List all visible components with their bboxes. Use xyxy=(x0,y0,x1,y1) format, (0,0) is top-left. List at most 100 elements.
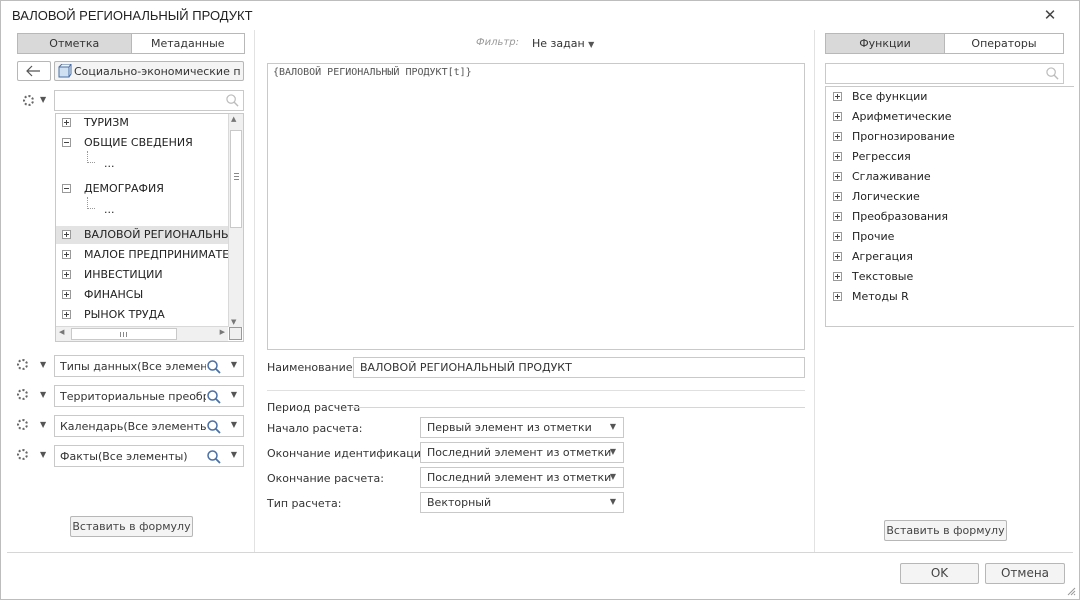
calc-type-select[interactable]: Векторный ▼ xyxy=(420,492,624,513)
dimension-filter-row: ▼ Территориальные преобразования ▼ xyxy=(17,385,244,407)
expand-icon[interactable] xyxy=(833,152,842,161)
hscroll-thumb[interactable] xyxy=(71,328,177,340)
tree-vertical-scrollbar[interactable]: ▲ ▼ xyxy=(228,114,243,327)
divider xyxy=(267,390,805,391)
back-button[interactable] xyxy=(17,61,51,81)
expand-icon[interactable] xyxy=(833,252,842,261)
right-tabs: Функции Операторы xyxy=(825,33,1064,54)
filter-label: Фильтр: xyxy=(476,37,519,48)
expand-icon[interactable] xyxy=(833,272,842,281)
collapse-icon[interactable] xyxy=(62,184,71,193)
expand-icon[interactable] xyxy=(62,270,71,279)
tree-search-input[interactable] xyxy=(54,90,244,111)
metadata-tree[interactable]: ТУРИЗМ ОБЩИЕ СВЕДЕНИЯ ... ДЕМОГРАФИЯ ...… xyxy=(55,113,244,342)
expand-icon[interactable] xyxy=(62,118,71,127)
expand-icon[interactable] xyxy=(833,132,842,141)
gear-icon[interactable] xyxy=(17,419,28,430)
dimension-combo[interactable]: Календарь(Все элементы) ▼ xyxy=(54,415,244,437)
ident-end-label: Окончание идентификации: xyxy=(267,447,432,460)
tree-item[interactable]: ... xyxy=(56,197,228,219)
tab-functions[interactable]: Функции xyxy=(826,34,944,53)
tree-item[interactable]: ... xyxy=(56,151,228,173)
function-search-input[interactable] xyxy=(825,63,1064,84)
scroll-right-icon[interactable]: ▶ xyxy=(220,328,225,336)
collapse-icon[interactable] xyxy=(62,138,71,147)
scroll-up-icon[interactable]: ▲ xyxy=(231,115,236,123)
chevron-down-icon: ▼ xyxy=(609,447,616,456)
function-tree[interactable]: Все функции Арифметические Прогнозирован… xyxy=(825,86,1074,327)
ident-end-select[interactable]: Последний элемент из отметки ▼ xyxy=(420,442,624,463)
search-icon[interactable] xyxy=(207,420,221,434)
chevron-down-icon[interactable]: ▼ xyxy=(40,390,46,399)
chevron-down-icon[interactable]: ▼ xyxy=(40,450,46,459)
tree-item[interactable]: ОБЩИЕ СВЕДЕНИЯ xyxy=(56,134,228,152)
gear-icon[interactable] xyxy=(17,389,28,400)
gear-icon[interactable] xyxy=(23,95,34,106)
gear-icon[interactable] xyxy=(17,449,28,460)
insert-function-button[interactable]: Вставить в формулу xyxy=(884,520,1007,541)
expand-icon[interactable] xyxy=(62,250,71,259)
formula-editor[interactable]: {ВАЛОВОЙ РЕГИОНАЛЬНЫЙ ПРОДУКТ[t]} xyxy=(267,63,805,350)
close-icon[interactable]: ✕ xyxy=(1043,8,1057,23)
chevron-down-icon[interactable]: ▼ xyxy=(40,95,46,104)
dimension-combo[interactable]: Факты(Все элементы) ▼ xyxy=(54,445,244,467)
resize-grip-icon[interactable] xyxy=(1066,586,1076,596)
dialog-title: ВАЛОВОЙ РЕГИОНАЛЬНЫЙ ПРОДУКТ xyxy=(12,8,253,23)
dimension-combo[interactable]: Территориальные преобразования ▼ xyxy=(54,385,244,407)
dimension-combo[interactable]: Типы данных(Все элементы) ▼ xyxy=(54,355,244,377)
tab-mark[interactable]: Отметка xyxy=(18,34,131,53)
name-field[interactable]: ВАЛОВОЙ РЕГИОНАЛЬНЫЙ ПРОДУКТ xyxy=(353,357,805,378)
calc-end-select[interactable]: Последний элемент из отметки ▼ xyxy=(420,467,624,488)
ok-button[interactable]: OK xyxy=(900,563,979,584)
filter-dropdown[interactable]: Не задан ▼ xyxy=(532,37,594,50)
back-arrow-icon xyxy=(26,65,40,77)
source-selector[interactable]: Социально-экономические по... xyxy=(54,61,244,81)
chevron-down-icon[interactable]: ▼ xyxy=(40,420,46,429)
expand-icon[interactable] xyxy=(833,212,842,221)
period-divider xyxy=(352,407,805,408)
tree-connector xyxy=(87,197,95,209)
tab-operators[interactable]: Операторы xyxy=(944,34,1063,53)
formula-text: {ВАЛОВОЙ РЕГИОНАЛЬНЫЙ ПРОДУКТ[t]} xyxy=(273,67,472,78)
left-panel: Отметка Метаданные Социально-экономическ… xyxy=(7,30,254,552)
expand-icon[interactable] xyxy=(833,232,842,241)
footer-divider xyxy=(7,552,1073,553)
expand-icon[interactable] xyxy=(833,172,842,181)
cancel-button[interactable]: Отмена xyxy=(985,563,1065,584)
tree-horizontal-scrollbar[interactable]: ◀ ▶ xyxy=(56,326,228,341)
chevron-down-icon[interactable]: ▼ xyxy=(231,360,237,369)
calc-type-label: Тип расчета: xyxy=(267,497,342,510)
chevron-down-icon[interactable]: ▼ xyxy=(231,420,237,429)
expand-icon[interactable] xyxy=(833,112,842,121)
tree-item[interactable]: ФИНАНСЫ xyxy=(56,286,228,304)
scroll-down-icon[interactable]: ▼ xyxy=(231,318,236,326)
tree-item[interactable]: МАЛОЕ ПРЕДПРИНИМАТЕЛЬСТВО xyxy=(56,246,228,264)
calc-start-select[interactable]: Первый элемент из отметки ▼ xyxy=(420,417,624,438)
search-icon[interactable] xyxy=(207,390,221,404)
left-tabs: Отметка Метаданные xyxy=(17,33,245,54)
expand-icon[interactable] xyxy=(833,192,842,201)
scroll-left-icon[interactable]: ◀ xyxy=(59,328,64,336)
tree-item[interactable]: ТУРИЗМ xyxy=(56,114,228,132)
search-icon xyxy=(1046,67,1059,80)
expand-icon[interactable] xyxy=(833,292,842,301)
chevron-down-icon[interactable]: ▼ xyxy=(231,390,237,399)
expand-icon[interactable] xyxy=(62,310,71,319)
chevron-down-icon[interactable]: ▼ xyxy=(231,450,237,459)
expand-icon[interactable] xyxy=(62,290,71,299)
tree-item[interactable]: ИНВЕСТИЦИИ xyxy=(56,266,228,284)
dimension-filter-row: ▼ Календарь(Все элементы) ▼ xyxy=(17,415,244,437)
tab-metadata[interactable]: Метаданные xyxy=(130,34,244,53)
name-label: Наименование: xyxy=(267,361,357,374)
tree-item-selected[interactable]: ВАЛОВОЙ РЕГИОНАЛЬНЫЙ ПРОДУКТ xyxy=(56,226,228,244)
tree-item[interactable]: РЫНОК ТРУДА xyxy=(56,306,228,324)
expand-icon[interactable] xyxy=(833,92,842,101)
insert-into-formula-button[interactable]: Вставить в формулу xyxy=(70,516,193,537)
search-icon[interactable] xyxy=(207,360,221,374)
tree-item[interactable]: ДЕМОГРАФИЯ xyxy=(56,180,228,198)
search-icon[interactable] xyxy=(207,450,221,464)
scroll-thumb[interactable] xyxy=(230,130,242,228)
chevron-down-icon[interactable]: ▼ xyxy=(40,360,46,369)
gear-icon[interactable] xyxy=(17,359,28,370)
expand-icon[interactable] xyxy=(62,230,71,239)
